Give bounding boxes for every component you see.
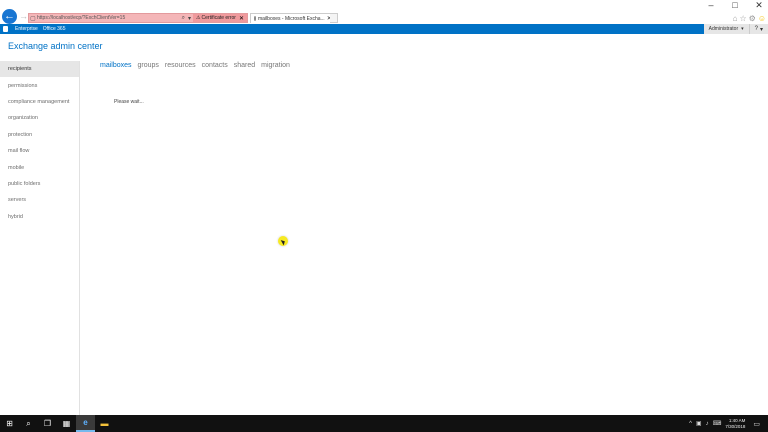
user-menu[interactable]: Administrator ▾ (703, 24, 749, 34)
address-url[interactable]: https://localhost/ecp/?ExchClientVer=15 (37, 15, 182, 21)
network-icon[interactable]: ▣ (696, 420, 702, 427)
loading-status: Please wait... (114, 99, 144, 105)
stop-icon[interactable]: ✕ (239, 15, 244, 22)
clock-time: 1:40 AM (728, 417, 746, 423)
left-nav: recipients permissions compliance manage… (0, 61, 80, 415)
office-logo-icon[interactable] (0, 24, 10, 34)
dropdown-icon[interactable]: ▾ (188, 15, 191, 22)
help-icon: ? (754, 26, 758, 32)
clock-date: 7/30/2018 (725, 423, 746, 429)
clock[interactable]: 1:40 AM 7/30/2018 (725, 418, 745, 430)
nav-item-public-folders[interactable]: public folders (0, 176, 79, 192)
nav-item-protection[interactable]: protection (0, 127, 79, 143)
mouse-cursor-icon (278, 236, 288, 246)
tab-loading-icon (254, 16, 256, 21)
notifications-icon[interactable]: ▭ (753, 420, 760, 428)
nav-item-servers[interactable]: servers (0, 192, 79, 208)
search-icon[interactable]: ⌕ (19, 415, 38, 432)
nav-item-recipients[interactable]: recipients (0, 61, 79, 78)
volume-icon[interactable]: ♪ (706, 421, 709, 427)
chevron-up-icon[interactable]: ^ (689, 421, 692, 427)
new-tab-button[interactable] (330, 13, 338, 23)
server-manager-icon[interactable]: ▦ (57, 415, 76, 432)
tab-groups[interactable]: groups (138, 62, 159, 69)
keyboard-icon[interactable]: ⌨ (713, 420, 722, 427)
certificate-error-label: Certificate error (201, 15, 236, 21)
start-windows-icon[interactable]: ⊞ (0, 415, 19, 432)
favorites-icon[interactable]: ☆ (739, 14, 746, 23)
nav-item-compliance-management[interactable]: compliance management (0, 94, 79, 110)
screen: – □ ✕ ← → ▢ https://localhost/ecp/?ExchC… (0, 0, 768, 432)
help-menu[interactable]: ? ▾ (748, 24, 768, 34)
forward-button[interactable]: → (19, 11, 28, 21)
address-tools: ⌕ ▾ (182, 15, 193, 22)
address-bar[interactable]: ▢ https://localhost/ecp/?ExchClientVer=1… (28, 13, 248, 23)
nav-item-mail-flow[interactable]: mail flow (0, 143, 79, 159)
chevron-down-icon: ▾ (759, 26, 763, 33)
suite-link-office365[interactable]: Office 365 (43, 26, 66, 32)
user-name: Administrator (708, 26, 739, 32)
page-icon: ▢ (30, 15, 36, 22)
sub-tabs: mailboxes groups resources contacts shar… (100, 62, 290, 69)
warning-icon: ⚠ (196, 15, 201, 21)
tab-migration[interactable]: migration (261, 62, 290, 69)
tab-shared[interactable]: shared (234, 62, 255, 69)
tab-resources[interactable]: resources (165, 62, 196, 69)
system-tray: ^ ▣ ♪ ⌨ 1:40 AM 7/30/2018 ▭ (689, 418, 768, 430)
nav-item-hybrid[interactable]: hybrid (0, 209, 79, 225)
tab-mailboxes[interactable]: mailboxes (100, 62, 132, 69)
nav-item-mobile[interactable]: mobile (0, 159, 79, 175)
tab-title: mailboxes - Microsoft Excha... (258, 15, 325, 22)
home-icon[interactable]: ⌂ (733, 14, 738, 23)
office-suite-bar: Enterprise Office 365 Administrator ▾ ? … (0, 24, 768, 34)
nav-item-permissions[interactable]: permissions (0, 77, 79, 93)
browser-toolbar-icons: ⌂ ☆ ⚙ ☺ (733, 14, 766, 23)
browser-tab[interactable]: mailboxes - Microsoft Excha... ✕ (250, 13, 334, 23)
browser-navbar: ← → ▢ https://localhost/ecp/?ExchClientV… (0, 8, 768, 24)
file-explorer-icon[interactable]: ▬ (95, 415, 114, 432)
settings-icon[interactable]: ⚙ (749, 14, 756, 23)
back-button[interactable]: ← (2, 9, 17, 24)
app-title: Exchange admin center (8, 41, 103, 51)
feedback-icon[interactable]: ☺ (758, 14, 766, 23)
tab-contacts[interactable]: contacts (202, 62, 228, 69)
internet-explorer-icon[interactable]: e (76, 415, 95, 432)
chevron-down-icon: ▾ (741, 26, 744, 32)
search-icon[interactable]: ⌕ (182, 15, 185, 22)
nav-item-organization[interactable]: organization (0, 110, 79, 126)
task-view-icon[interactable]: ❐ (38, 415, 57, 432)
suite-link-enterprise[interactable]: Enterprise (15, 26, 38, 32)
certificate-error-badge[interactable]: ⚠ Certificate error ✕ (193, 14, 247, 22)
taskbar: ⊞ ⌕ ❐ ▦ e ▬ ^ ▣ ♪ ⌨ 1:40 AM 7/30/2018 ▭ (0, 415, 768, 432)
